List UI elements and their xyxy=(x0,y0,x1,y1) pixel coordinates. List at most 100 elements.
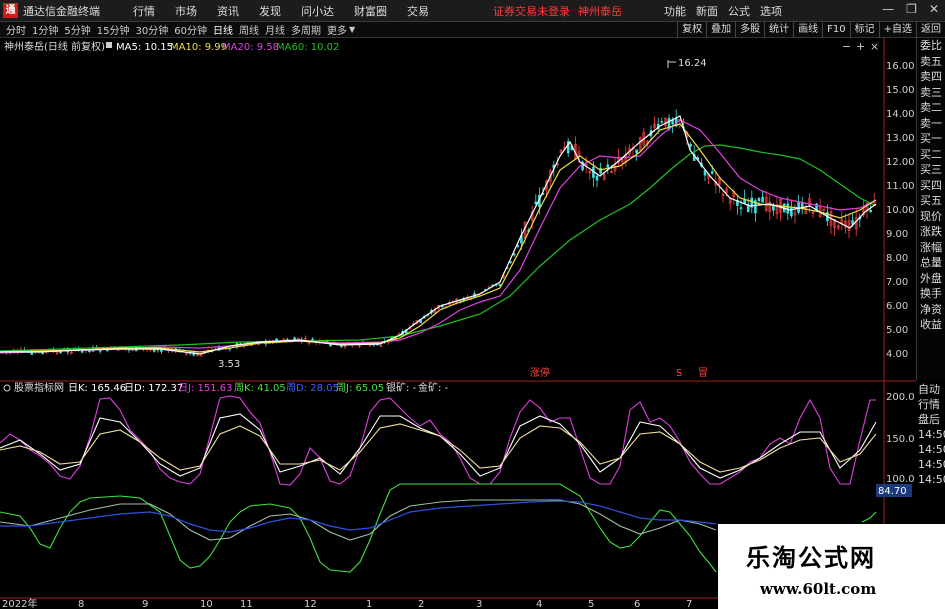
ma20-legend: MA20: 9.58 xyxy=(222,42,279,53)
current-stock-name: 神州泰岳 xyxy=(578,4,622,18)
period-15min[interactable]: 15分钟 xyxy=(97,22,130,37)
candle-body xyxy=(599,167,602,174)
date-tick: 3 xyxy=(476,599,482,609)
close-icon[interactable]: ✕ xyxy=(929,2,939,16)
draw-line-button[interactable]: 画线 xyxy=(793,22,822,38)
sidebar-item-netasset[interactable]: 净资 xyxy=(917,302,945,318)
day-k-legend: 日K: 165.46 xyxy=(68,383,126,394)
f10-button[interactable]: F10 xyxy=(822,22,849,38)
time-row: 14:50 xyxy=(918,443,945,456)
candle-body xyxy=(509,261,512,263)
after-hours-tab[interactable]: 盘后 xyxy=(916,412,945,427)
menu-market[interactable]: 市场 xyxy=(175,3,197,19)
price-tick: 12.00 xyxy=(886,157,915,168)
menu-trade[interactable]: 交易 xyxy=(407,3,429,19)
time-row: 14:50 xyxy=(918,458,945,471)
menu-new-page[interactable]: 新面 xyxy=(696,3,718,19)
sidebar-item-change[interactable]: 涨跌 xyxy=(917,224,945,240)
price-tick: 4.00 xyxy=(886,349,908,360)
period-monthly[interactable]: 月线 xyxy=(265,22,285,37)
price-tick: 15.00 xyxy=(886,85,915,96)
sidebar-item-volume[interactable]: 总量 xyxy=(917,255,945,271)
statistics-button[interactable]: 统计 xyxy=(764,22,793,38)
candle-body xyxy=(757,198,761,202)
low-annotation: 3.53 xyxy=(218,359,240,370)
sidebar-item-sell4[interactable]: 卖四 xyxy=(917,69,945,85)
period-5min[interactable]: 5分钟 xyxy=(64,22,90,37)
price-tick: 7.00 xyxy=(886,277,908,288)
candle-body xyxy=(660,121,664,123)
period-30min[interactable]: 30分钟 xyxy=(135,22,168,37)
chevron-down-icon[interactable]: ▼ xyxy=(349,25,355,34)
settings-icon[interactable] xyxy=(106,42,112,48)
menu-options[interactable]: 选项 xyxy=(760,3,782,19)
watermark-title: 乐淘公式网 xyxy=(746,544,876,572)
add-watchlist-button[interactable]: +自选 xyxy=(878,22,916,38)
candle-body xyxy=(869,209,872,213)
sidebar-item-weibi[interactable]: 委比 xyxy=(917,38,945,54)
sidebar-item-outer[interactable]: 外盘 xyxy=(917,271,945,287)
minimize-icon[interactable]: — xyxy=(882,2,894,16)
sidebar-item-pct[interactable]: 涨幅 xyxy=(917,240,945,256)
sidebar-item-sell5[interactable]: 卖五 xyxy=(917,54,945,70)
time-row: 14:50 xyxy=(918,428,945,441)
sidebar-item-sell3[interactable]: 卖三 xyxy=(917,85,945,101)
sidebar-item-buy3[interactable]: 买三 xyxy=(917,162,945,178)
period-1min[interactable]: 1分钟 xyxy=(32,22,58,37)
candle-body xyxy=(606,164,610,168)
menu-formula[interactable]: 公式 xyxy=(728,3,750,19)
back-button[interactable]: 返回 xyxy=(916,22,945,38)
sidebar-item-buy2[interactable]: 买二 xyxy=(917,147,945,163)
date-tick: 5 xyxy=(588,599,594,609)
date-tick: 6 xyxy=(634,599,640,609)
zoom-in-icon[interactable]: + xyxy=(856,40,865,53)
multi-stock-button[interactable]: 多股 xyxy=(735,22,764,38)
candle-body xyxy=(512,253,516,256)
chart-toolbar: 复权 叠加 多股 统计 画线 F10 标记 +自选 返回 xyxy=(677,22,945,38)
signal-red: 冒 xyxy=(698,367,708,379)
quote-tab[interactable]: 行情 xyxy=(916,397,945,412)
zoom-out-icon[interactable]: − xyxy=(842,40,851,53)
period-more[interactable]: 更多 xyxy=(327,22,347,37)
auto-tab[interactable]: 自动 xyxy=(916,382,945,397)
menu-function[interactable]: 功能 xyxy=(664,3,686,19)
menu-ask[interactable]: 问小达 xyxy=(301,3,334,19)
period-multi[interactable]: 多周期 xyxy=(291,22,321,37)
candle-body xyxy=(689,143,692,147)
menu-discover[interactable]: 发现 xyxy=(259,3,281,19)
period-60min[interactable]: 60分钟 xyxy=(174,22,207,37)
price-tick: 16.00 xyxy=(886,61,915,72)
day-j-line xyxy=(0,395,876,486)
period-daily[interactable]: 日线 xyxy=(213,22,233,37)
sidebar-item-buy4[interactable]: 买四 xyxy=(917,178,945,194)
watermark-url: www.60lt.com xyxy=(760,580,877,598)
sidebar-item-price[interactable]: 现价 xyxy=(917,209,945,225)
sidebar-item-sell1[interactable]: 卖一 xyxy=(917,116,945,132)
sidebar-item-buy1[interactable]: 买一 xyxy=(917,131,945,147)
menu-quotes[interactable]: 行情 xyxy=(133,3,155,19)
title-bar: 通 通达信金融终端 行情 市场 资讯 发现 问小达 财富圈 交易 证券交易未登录… xyxy=(0,0,945,22)
menu-news[interactable]: 资讯 xyxy=(217,3,239,19)
period-intraday[interactable]: 分时 xyxy=(6,22,26,37)
overlay-button[interactable]: 叠加 xyxy=(706,22,735,38)
candle-body xyxy=(790,207,793,217)
menu-wealth[interactable]: 财富圈 xyxy=(354,3,387,19)
candle-body xyxy=(710,171,714,174)
restore-rights-button[interactable]: 复权 xyxy=(677,22,706,38)
restore-icon[interactable]: ❐ xyxy=(906,2,917,16)
mark-button[interactable]: 标记 xyxy=(849,22,879,38)
quote-sidebar: 委比 卖五 卖四 卖三 卖二 卖一 买一 买二 买三 买四 买五 现价 涨跌 涨… xyxy=(916,38,945,380)
candle-body xyxy=(275,338,278,341)
date-tick: 2022年 xyxy=(2,597,37,609)
login-status[interactable]: 证券交易未登录 xyxy=(493,3,570,19)
price-tick: 11.00 xyxy=(886,181,915,192)
sidebar-item-sell2[interactable]: 卖二 xyxy=(917,100,945,116)
candle-body xyxy=(635,149,638,154)
period-weekly[interactable]: 周线 xyxy=(239,22,259,37)
ma5-legend: MA5: 10.15 xyxy=(116,42,173,53)
sidebar-item-turnover[interactable]: 换手 xyxy=(917,286,945,302)
candle-body xyxy=(498,284,502,286)
sidebar-item-buy5[interactable]: 买五 xyxy=(917,193,945,209)
close-chart-icon[interactable]: × xyxy=(870,40,879,53)
sidebar-item-earnings[interactable]: 收益 xyxy=(917,317,945,333)
